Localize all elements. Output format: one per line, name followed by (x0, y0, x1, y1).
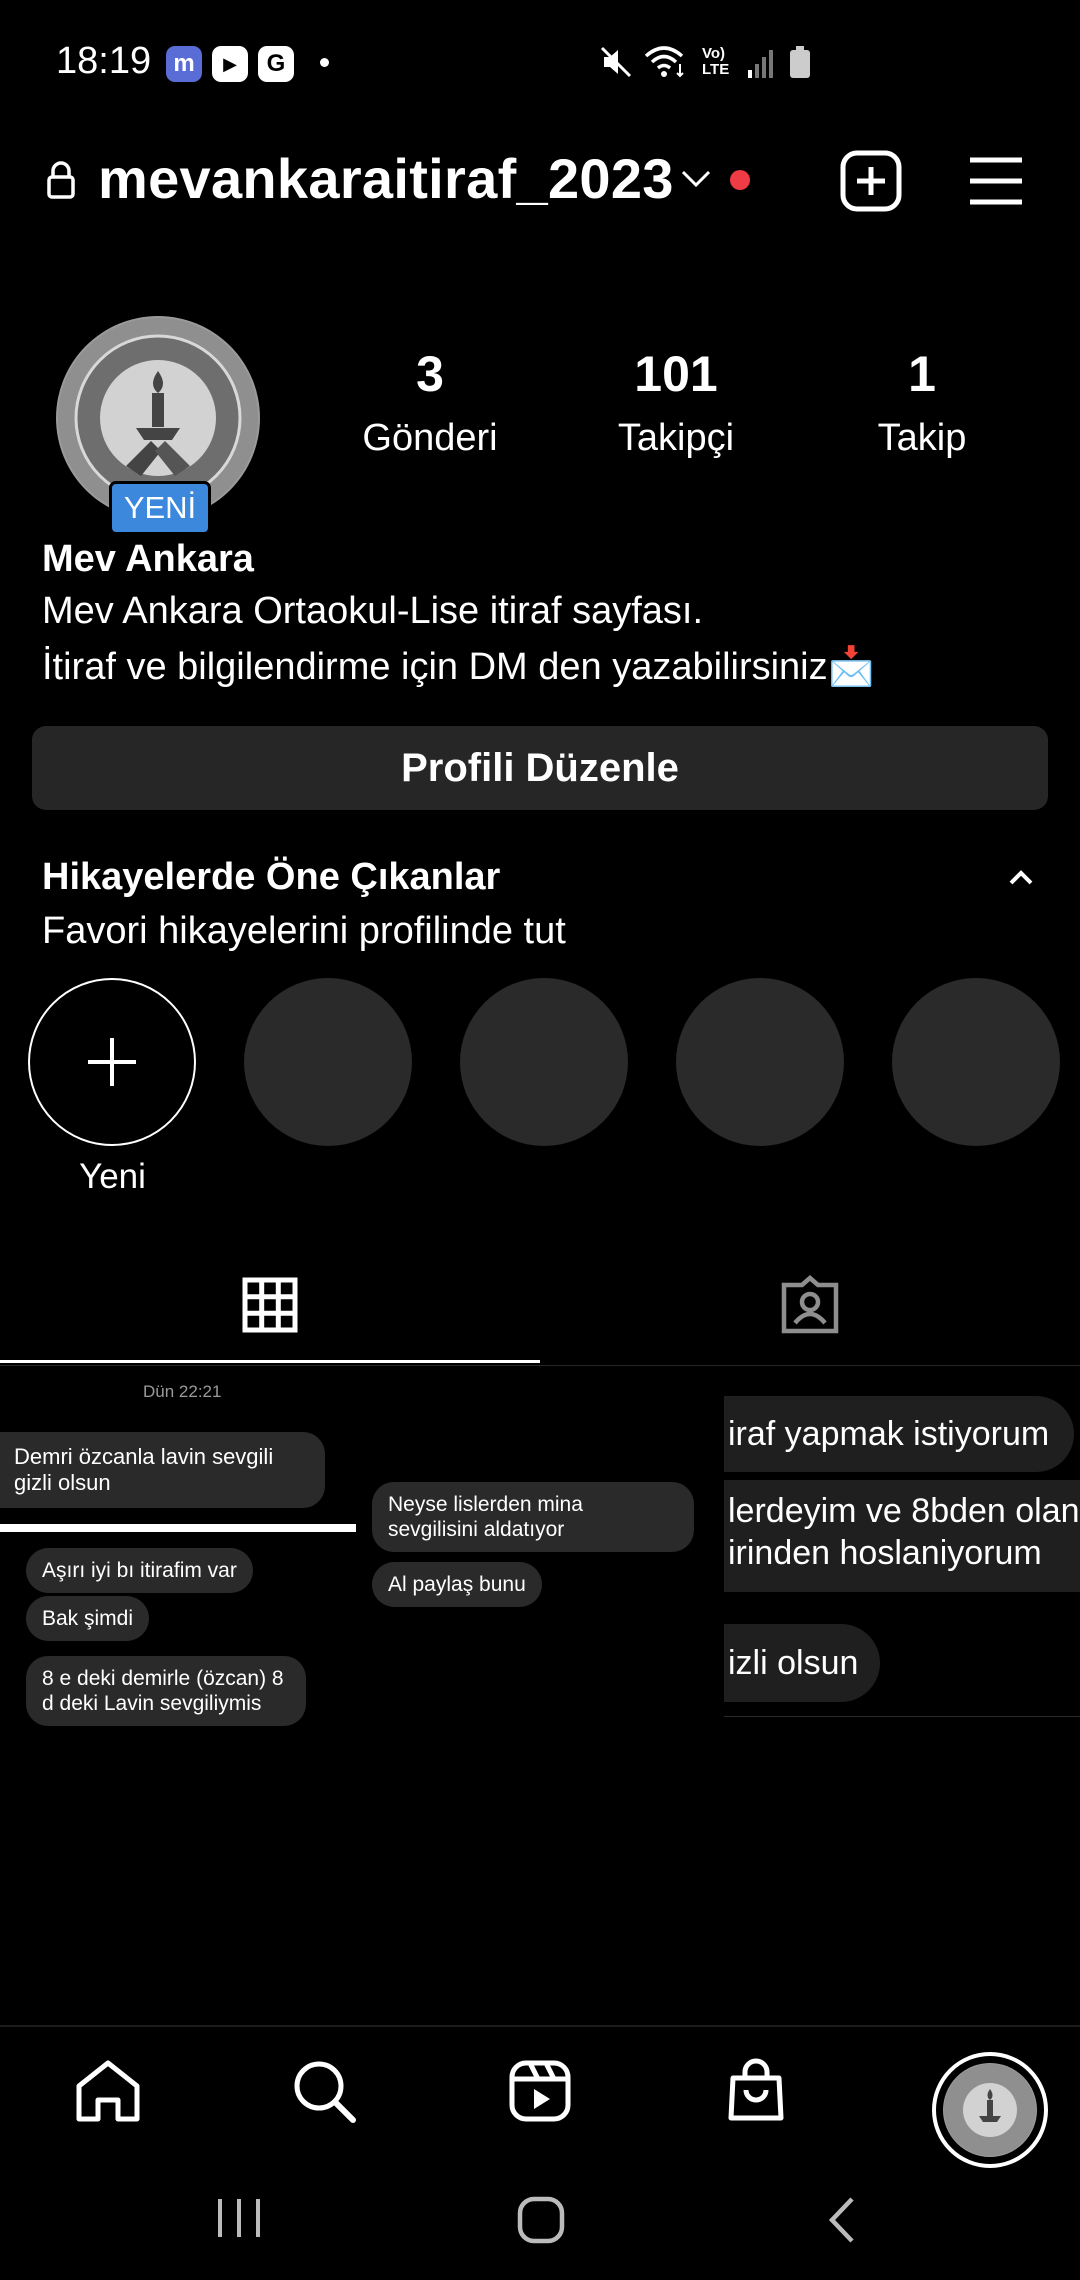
new-post-button[interactable] (840, 150, 902, 212)
chat-bubble: Neyse lislerden mina sevgilisini aldatıy… (372, 1482, 694, 1552)
chat-bubble: iraf yapmak istiyorum (724, 1396, 1074, 1472)
home-button-icon[interactable] (516, 2195, 566, 2245)
lock-icon (47, 161, 75, 199)
stat-posts-value: 3 (416, 346, 444, 402)
tab-tagged[interactable] (540, 1255, 1080, 1365)
new-post-icon (840, 150, 902, 212)
home-icon (76, 2060, 140, 2122)
bio-line: İtiraf ve bilgilendirme için DM den yaza… (42, 646, 875, 688)
chat-bubble: Aşırı iyi bı itirafim var (26, 1548, 253, 1593)
reels-icon (509, 2060, 571, 2122)
account-username[interactable]: mevankaraitiraf_2023 (98, 146, 674, 211)
nav-search-button[interactable] (288, 2055, 360, 2127)
nav-profile-button[interactable] (932, 2052, 1048, 2168)
battery-icon (790, 46, 810, 78)
chat-bubble-line: lerdeyim ve 8bden olan (728, 1492, 1080, 1530)
stat-following[interactable]: 1 Takip (822, 345, 1022, 460)
youtube-notification-icon: ▶ (212, 46, 248, 82)
search-icon (294, 2061, 356, 2123)
profile-avatar (940, 2060, 1040, 2160)
nav-home-button[interactable] (72, 2055, 144, 2127)
chat-bubble-line: irinden hoslaniyorum (728, 1534, 1042, 1572)
highlight-placeholder (244, 978, 412, 1146)
chat-bubble: lerdeyim ve 8bden olan irinden hoslaniyo… (724, 1480, 1080, 1592)
volte-top-label: Vo) (702, 45, 726, 62)
highlight-placeholder (676, 978, 844, 1146)
stat-following-label: Takip (877, 417, 967, 459)
tab-grid[interactable] (0, 1255, 540, 1365)
logo-emblem-icon (944, 2064, 1036, 2156)
recents-icon[interactable] (214, 2195, 264, 2241)
mute-icon (600, 46, 632, 78)
nav-shop-button[interactable] (720, 2055, 792, 2127)
shop-icon (728, 2058, 784, 2121)
menu-button[interactable] (968, 154, 1024, 208)
new-highlight-button[interactable] (28, 978, 196, 1146)
chat-bubble: Bak şimdi (26, 1596, 150, 1641)
highlights-subtitle: Favori hikayelerini profilinde tut (42, 910, 566, 952)
post-thumbnail[interactable]: Dün 22:21 Demri özcanla lavin sevgili gi… (0, 1368, 356, 1732)
chat-bubble: izli olsun (724, 1624, 880, 1702)
nav-reels-button[interactable] (504, 2055, 576, 2127)
stat-followers[interactable]: 101 Takipçi (576, 345, 776, 460)
divider (0, 1524, 356, 1532)
plus-icon (88, 1038, 136, 1086)
new-badge: YENİ (109, 481, 211, 535)
chevron-down-icon[interactable] (680, 168, 712, 190)
chevron-up-icon[interactable] (1008, 868, 1034, 886)
bio-line: Mev Ankara Ortaokul-Lise itiraf sayfası. (42, 590, 704, 632)
chat-bubble: Demri özcanla lavin sevgili gizli olsun (0, 1432, 325, 1508)
highlight-placeholder (460, 978, 628, 1146)
grid-icon (242, 1277, 298, 1333)
edit-profile-button[interactable]: Profili Düzenle (32, 726, 1048, 810)
post-thumbnail[interactable]: iraf yapmak istiyorum lerdeyim ve 8bden … (724, 1368, 1080, 1717)
more-notifications-dot (320, 58, 329, 67)
notification-dot (730, 170, 750, 190)
stat-followers-label: Takipçi (617, 417, 735, 459)
tagged-icon (781, 1275, 839, 1334)
display-name: Mev Ankara (42, 538, 254, 580)
divider (0, 1365, 1080, 1366)
stat-following-value: 1 (908, 346, 936, 402)
stat-posts[interactable]: 3 Gönderi (330, 345, 530, 460)
signal-icon (748, 50, 773, 78)
grammarly-notification-icon: G (258, 46, 294, 82)
menu-icon (970, 157, 1022, 205)
back-icon[interactable] (824, 2195, 860, 2245)
stat-posts-label: Gönderi (362, 417, 498, 459)
new-highlight-label: Yeni (79, 1157, 146, 1196)
status-time: 18:19 (56, 40, 152, 82)
active-tab-indicator (0, 1360, 540, 1363)
highlight-placeholder (892, 978, 1060, 1146)
chat-bubble: 8 e deki demirle (özcan) 8 d deki Lavin … (26, 1656, 306, 1726)
stat-followers-value: 101 (634, 346, 718, 402)
wifi-icon (644, 46, 684, 78)
message-timestamp: Dün 22:21 (143, 1382, 222, 1401)
post-thumbnail[interactable]: Neyse lislerden mina sevgilisini aldatıy… (362, 1368, 720, 1732)
divider (0, 2025, 1080, 2027)
volte-icon: Vo) LTE (702, 46, 729, 78)
chat-bubble: Al paylaş bunu (372, 1562, 542, 1607)
volte-bottom-label: LTE (702, 61, 730, 78)
app-notification-icon: m (166, 46, 202, 82)
highlights-title: Hikayelerde Öne Çıkanlar (42, 856, 501, 898)
